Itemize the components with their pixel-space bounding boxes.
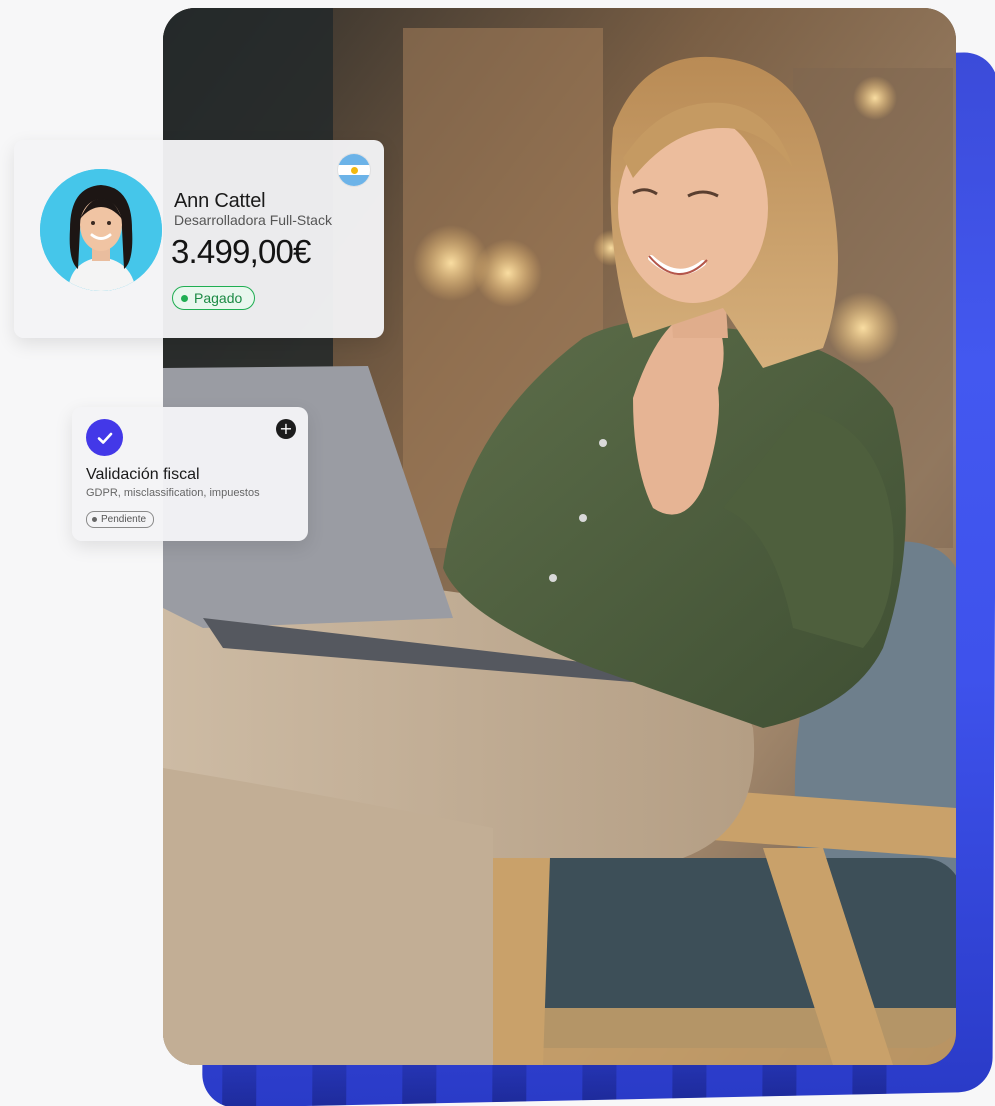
status-dot-icon bbox=[181, 294, 188, 302]
task-title: Validación fiscal bbox=[86, 466, 200, 483]
plus-circle-icon[interactable]: + bbox=[276, 419, 296, 439]
contractor-name: Ann Cattel bbox=[174, 190, 266, 212]
status-badge-pending: Pendiente bbox=[86, 511, 155, 528]
status-dot-icon bbox=[92, 517, 97, 522]
tax-validation-card[interactable]: + Validación fiscal GDPR, misclassificat… bbox=[72, 407, 308, 541]
status-badge-paid: Pagado bbox=[172, 286, 256, 310]
contractor-role: Desarrolladora Full-Stack bbox=[174, 212, 332, 228]
payment-amount: 3.499,00€ bbox=[171, 233, 311, 270]
hero-stage: Ann Cattel Desarrolladora Full-Stack 3.4… bbox=[0, 0, 995, 1106]
status-badge-label: Pendiente bbox=[101, 514, 147, 525]
contractor-payment-card[interactable]: Ann Cattel Desarrolladora Full-Stack 3.4… bbox=[14, 140, 384, 338]
woman-portrait-avatar bbox=[40, 169, 162, 291]
check-circle-icon bbox=[86, 419, 123, 456]
status-badge-label: Pagado bbox=[194, 290, 243, 306]
argentina-flag-icon bbox=[338, 154, 370, 186]
task-subtitle: GDPR, misclassification, impuestos bbox=[86, 487, 260, 499]
